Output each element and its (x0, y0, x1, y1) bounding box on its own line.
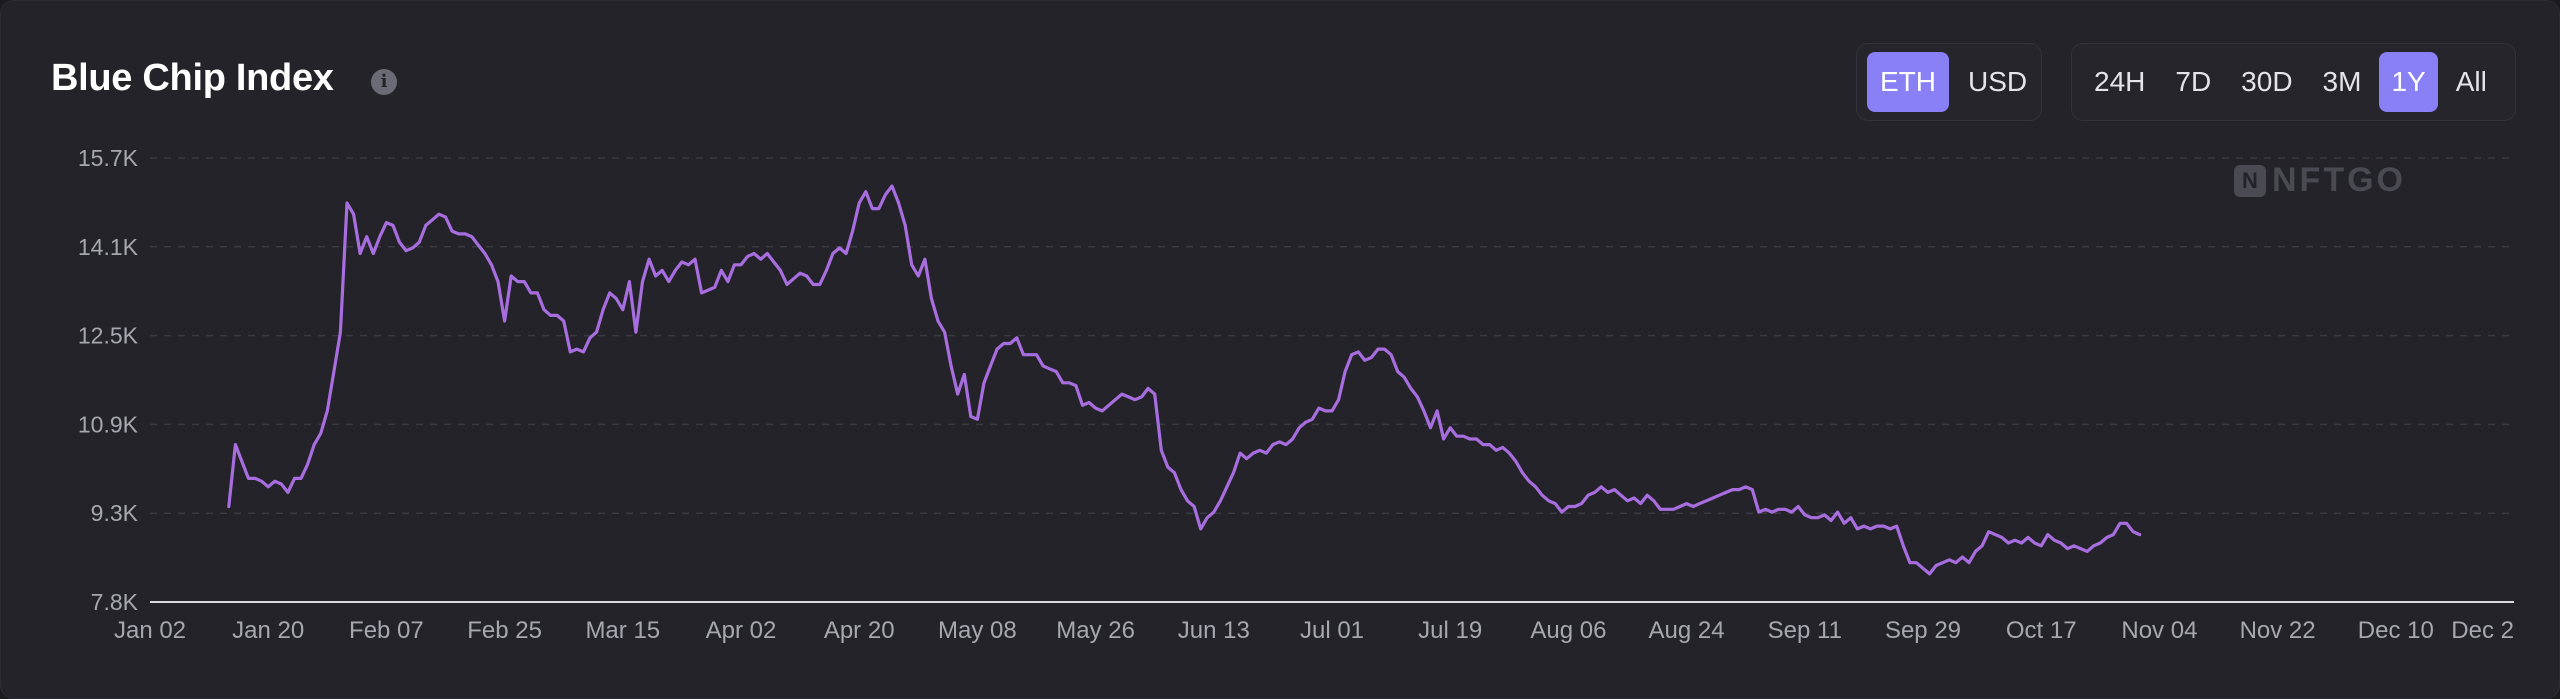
y-tick-label: 9.3K (91, 500, 139, 526)
x-tick-label: May 26 (1056, 617, 1135, 644)
x-tick-label: Sep 11 (1768, 617, 1842, 644)
x-tick-label: Aug 24 (1649, 617, 1725, 644)
x-tick-label: Feb 07 (349, 617, 424, 644)
x-tick-label: Dec 2 (2451, 617, 2514, 644)
x-tick-label: Jan 20 (232, 617, 304, 644)
line-chart: 15.7K 14.1K 12.5K 10.9K 9.3K 7.8KJan 02 Jan 20… (78, 145, 2514, 644)
x-tick-label: Dec 10 (2358, 617, 2434, 644)
x-tick-label: Aug 06 (1530, 617, 1606, 644)
x-tick-label: Apr 02 (706, 617, 777, 644)
x-tick-label: Sep 29 (1885, 617, 1961, 644)
x-tick-label: Oct 17 (2006, 617, 2077, 644)
x-tick-label: Feb 25 (467, 617, 542, 644)
y-tick-label: 10.9K (78, 411, 139, 437)
x-tick-label: Jul 19 (1418, 617, 1482, 644)
x-tick-label: Nov 04 (2121, 617, 2197, 644)
x-tick-label: May 08 (938, 617, 1017, 644)
x-tick-label: Nov 22 (2240, 617, 2316, 644)
x-tick-label: Apr 20 (824, 617, 895, 644)
index-series-line[interactable] (227, 184, 2142, 576)
x-tick-label: Jan 02 (114, 617, 186, 644)
y-tick-label: 14.1K (78, 234, 139, 260)
y-tick-label: 15.7K (78, 145, 139, 171)
x-tick-label: Mar 15 (585, 617, 660, 644)
y-tick-label: 7.8K (91, 589, 139, 615)
x-tick-label: Jun 13 (1178, 617, 1250, 644)
x-tick-label: Jul 01 (1300, 617, 1364, 644)
y-tick-label: 12.5K (78, 323, 139, 349)
